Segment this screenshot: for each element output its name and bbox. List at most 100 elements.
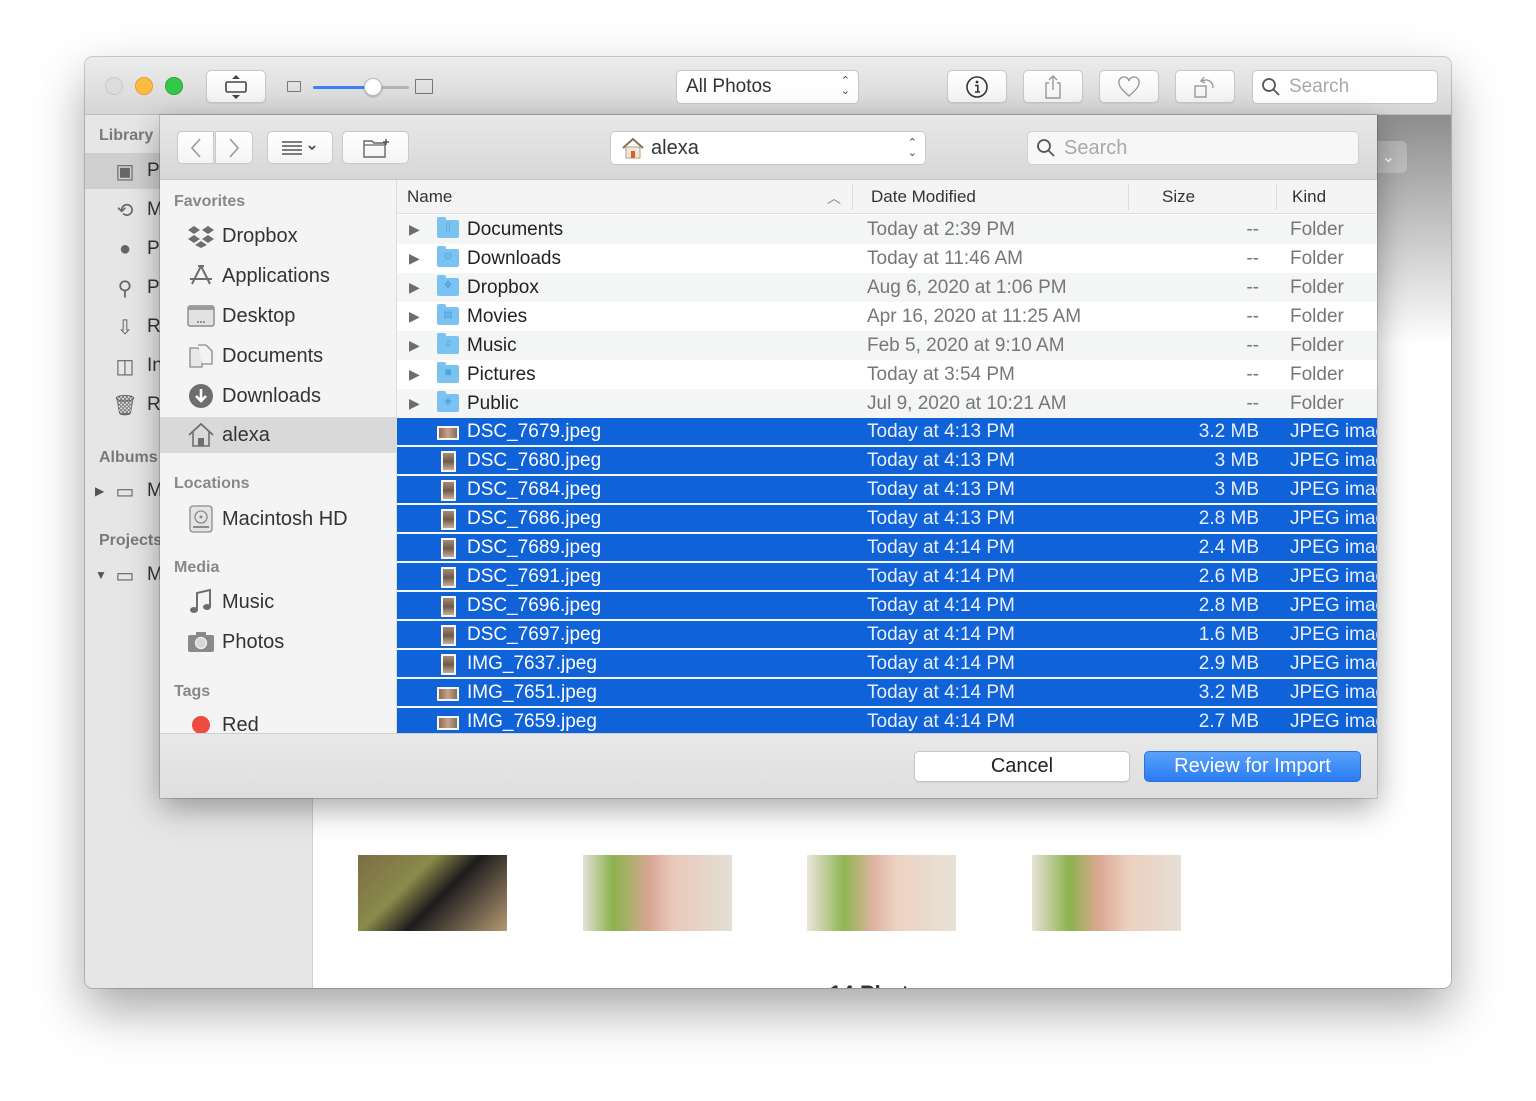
file-row[interactable]: DSC_7684.jpeg Today at 4:13 PM 3 MB JPEG im…	[397, 476, 1377, 505]
sidebar-item-downloads[interactable]: Downloads	[160, 378, 396, 414]
file-date-modified: Today at 4:13 PM	[867, 478, 1015, 500]
review-for-import-button[interactable]: Review for Import	[1144, 751, 1361, 782]
photo-thumbnail[interactable]	[1032, 855, 1181, 931]
disclosure-triangle-icon[interactable]: ▶	[409, 366, 420, 383]
imports-icon: ⇩	[116, 316, 134, 339]
zoom-slider-knob[interactable]	[363, 78, 382, 96]
zoom-window-button[interactable]	[165, 77, 183, 95]
file-kind: JPEG imag	[1290, 536, 1377, 558]
file-date-modified: Today at 4:14 PM	[867, 565, 1015, 587]
file-rows: ▶ ▯ Documents Today at 2:39 PM -- Folder ▶ ⊙ Dow…	[397, 215, 1377, 733]
column-divider[interactable]	[852, 184, 853, 210]
disclosure-triangle-icon[interactable]: ▶	[409, 395, 420, 412]
info-button[interactable]	[947, 70, 1007, 103]
location-popup[interactable]: alexa ⌃ ⌄	[610, 131, 926, 165]
file-row[interactable]: ▶ ⊙ Downloads Today at 11:46 AM -- Folder	[397, 244, 1377, 273]
image-thumbnail-icon	[437, 426, 459, 440]
file-name: Public	[467, 392, 519, 414]
photos-toolbar: All Photos ⌃ ⌄ Search	[85, 57, 1451, 115]
file-row[interactable]: DSC_7697.jpeg Today at 4:14 PM 1.6 MB JPEG …	[397, 621, 1377, 650]
rotate-button[interactable]	[1175, 70, 1235, 103]
column-date-modified[interactable]: Date Modified	[871, 180, 976, 214]
file-row[interactable]: IMG_7637.jpeg Today at 4:14 PM 2.9 MB JPEG …	[397, 650, 1377, 679]
file-date-modified: Aug 6, 2020 at 1:06 PM	[867, 276, 1067, 298]
cancel-button[interactable]: Cancel	[914, 751, 1130, 782]
photo-thumbnail[interactable]	[807, 855, 956, 931]
file-name: DSC_7689.jpeg	[467, 536, 602, 558]
zoom-slider-track[interactable]	[313, 86, 409, 89]
column-kind[interactable]: Kind	[1292, 180, 1326, 214]
photo-thumbnail[interactable]	[358, 855, 507, 931]
dropbox-icon	[186, 222, 216, 250]
file-size: 3.2 MB	[1198, 681, 1259, 703]
view-select[interactable]: All Photos ⌃ ⌄	[676, 70, 859, 104]
folder-icon: ◈	[437, 391, 459, 412]
disclosure-triangle-icon[interactable]: ▶	[409, 250, 420, 267]
file-row[interactable]: ▶ ◈ Public Jul 9, 2020 at 10:21 AM -- Folder	[397, 389, 1377, 418]
disclosure-triangle-icon[interactable]: ▶	[409, 221, 420, 238]
fit-window-button[interactable]	[206, 70, 266, 103]
file-kind: JPEG imag	[1290, 449, 1377, 471]
file-row[interactable]: DSC_7686.jpeg Today at 4:13 PM 2.8 MB JPEG …	[397, 505, 1377, 534]
file-row[interactable]: ▶ ◙ Pictures Today at 3:54 PM -- Folder	[397, 360, 1377, 389]
column-divider[interactable]	[1276, 184, 1277, 210]
column-name[interactable]: Name	[407, 180, 452, 214]
open-panel-toolbar: alexa ⌃ ⌄ Search	[160, 115, 1377, 180]
folder-icon: ♫	[437, 333, 459, 354]
file-row[interactable]: DSC_7691.jpeg Today at 4:14 PM 2.6 MB JPEG …	[397, 563, 1377, 592]
file-kind: Folder	[1290, 363, 1344, 385]
file-kind: Folder	[1290, 392, 1344, 414]
image-thumbnail-icon	[441, 654, 456, 675]
file-name: Downloads	[467, 247, 561, 269]
file-date-modified: Today at 4:13 PM	[867, 449, 1015, 471]
sidebar-item-macintosh-hd[interactable]: Macintosh HD	[160, 501, 396, 537]
file-row[interactable]: DSC_7680.jpeg Today at 4:13 PM 3 MB JPEG im…	[397, 447, 1377, 476]
file-name: Pictures	[467, 363, 536, 385]
file-size: --	[1246, 218, 1259, 240]
sidebar-item-photos[interactable]: Photos	[160, 624, 396, 660]
file-row[interactable]: DSC_7689.jpeg Today at 4:14 PM 2.4 MB JPEG …	[397, 534, 1377, 563]
sidebar-item-desktop[interactable]: Desktop	[160, 298, 396, 334]
disclosure-down-icon[interactable]: ▼	[95, 568, 107, 582]
back-button[interactable]	[177, 131, 214, 164]
image-thumbnail-icon	[441, 509, 456, 530]
file-row[interactable]: DSC_7679.jpeg Today at 4:13 PM 3.2 MB JPEG …	[397, 418, 1377, 447]
disclosure-triangle-icon[interactable]: ▶	[409, 308, 420, 325]
file-row[interactable]: ▶ ▤ Movies Apr 16, 2020 at 11:25 AM -- Folder	[397, 302, 1377, 331]
file-row[interactable]: ▶ ♫ Music Feb 5, 2020 at 9:10 AM -- Folder	[397, 331, 1377, 360]
disclosure-triangle-icon[interactable]: ▶	[409, 337, 420, 354]
camera-icon: ◫	[115, 355, 135, 378]
file-date-modified: Today at 4:14 PM	[867, 652, 1015, 674]
view-options-button[interactable]	[267, 131, 333, 164]
file-row[interactable]: ▶ ❖ Dropbox Aug 6, 2020 at 1:06 PM -- Folder	[397, 273, 1377, 302]
share-button[interactable]	[1023, 70, 1083, 103]
open-panel-search-field[interactable]: Search	[1027, 131, 1359, 165]
sidebar-item-music[interactable]: Music	[160, 584, 396, 620]
file-size: 2.9 MB	[1198, 652, 1259, 674]
info-icon	[966, 75, 988, 98]
photo-thumbnail[interactable]	[583, 855, 732, 931]
file-row[interactable]: ▶ ▯ Documents Today at 2:39 PM -- Folder	[397, 215, 1377, 244]
file-row[interactable]: IMG_7651.jpeg Today at 4:14 PM 3.2 MB JPEG …	[397, 679, 1377, 708]
zoom-slider[interactable]	[287, 77, 437, 97]
file-row[interactable]: DSC_7696.jpeg Today at 4:14 PM 2.8 MB JPEG …	[397, 592, 1377, 621]
sidebar-item-applications[interactable]: Applications	[160, 258, 396, 294]
minimize-button[interactable]	[135, 77, 153, 95]
forward-button[interactable]	[215, 131, 253, 164]
disclosure-triangle-icon[interactable]: ▶	[409, 279, 420, 296]
sort-ascending-icon: ︿	[827, 190, 841, 206]
new-folder-button[interactable]	[342, 131, 409, 164]
sidebar-item-alexa[interactable]: alexa	[160, 417, 396, 453]
view-select-value: All Photos	[686, 76, 772, 97]
close-button[interactable]	[105, 77, 123, 95]
column-divider[interactable]	[1128, 184, 1129, 210]
sidebar-item-tag-red[interactable]: Red	[160, 707, 396, 733]
disclosure-right-icon[interactable]: ▶	[95, 484, 104, 498]
file-row[interactable]: IMG_7659.jpeg Today at 4:14 PM 2.7 MB JPEG …	[397, 708, 1377, 733]
sidebar-item-documents[interactable]: Documents	[160, 338, 396, 374]
photos-search-field[interactable]: Search	[1252, 70, 1438, 104]
import-open-panel: alexa ⌃ ⌄ Search Favorites Dropbox Applic…	[160, 115, 1377, 798]
favorite-button[interactable]	[1099, 70, 1159, 103]
column-size[interactable]: Size	[1162, 180, 1195, 214]
sidebar-item-dropbox[interactable]: Dropbox	[160, 218, 396, 254]
